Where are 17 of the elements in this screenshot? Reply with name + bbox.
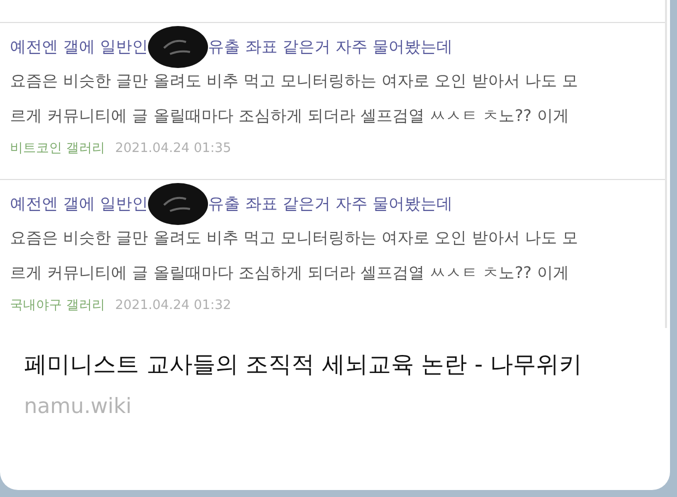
result-snippet: 르게 커뮤니티에 글 올릴때마다 조심하게 되더라 셀프검열 ㅆㅅㅌ ㅊ노?? 이게 (10, 262, 570, 284)
gallery-name: 비트코인 갤러리 (10, 140, 106, 158)
post-date: 2021.04.24 01:32 (115, 297, 232, 315)
result-title: 유출 좌표 같은거 자주 물어봤는데 (208, 194, 453, 214)
scribble-drawing (146, 24, 210, 70)
result-title: 예전엔 갤에 일반인 (10, 194, 148, 214)
gallery-name: 국내야구 갤러리 (10, 297, 106, 315)
result-title: 예전엔 갤에 일반인 (10, 36, 148, 58)
link-domain: namu.wiki (24, 394, 133, 418)
result-snippet: 요즘은 비슷한 글만 올려도 비추 먹고 모니터링하는 여자로 오인 받아서 나도 모 (10, 70, 579, 92)
link-title: 페미니스트 교사들의 조직적 세뇌교육 논란 - 나무위키 (24, 351, 584, 380)
link-preview-card[interactable] (0, 0, 670, 490)
post-date: 2021.04.24 01:35 (115, 140, 232, 158)
result-title: 유출 좌표 같은거 자주 물어봤는데 (208, 36, 453, 58)
scribble-drawing (146, 181, 210, 227)
result-snippet: 르게 커뮤니티에 글 올릴때마다 조심하게 되더라 셀프검열 ㅆㅅㅌ ㅊ노?? 이게 (10, 105, 570, 127)
result-snippet: 요즘은 비슷한 글만 올려도 비추 먹고 모니터링하는 여자로 오인 받아서 나도 모 (10, 227, 579, 249)
